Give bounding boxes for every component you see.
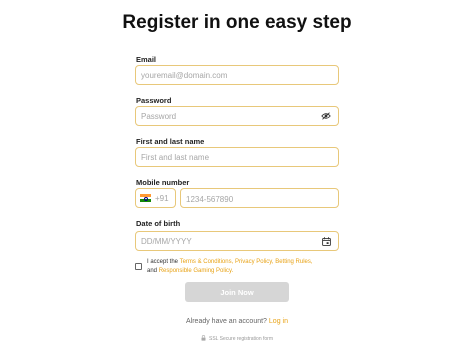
email-label: Email <box>136 55 157 64</box>
page-title: Register in one easy step <box>122 12 352 33</box>
india-flag-icon <box>140 194 151 203</box>
login-prompt: Already have an account? <box>186 318 267 325</box>
privacy-link[interactable]: Privacy Policy, <box>235 259 274 265</box>
responsible-gaming-link[interactable]: Responsible Gaming Policy. <box>159 268 234 274</box>
dob-field-wrapper <box>135 231 339 251</box>
email-field[interactable] <box>136 66 338 84</box>
secure-note: SSL Secure registration form <box>0 335 474 343</box>
login-prompt-row: Already have an account? Log in <box>0 318 474 325</box>
mobile-label: Mobile number <box>136 178 190 187</box>
calendar-icon[interactable] <box>321 236 331 246</box>
country-code-select[interactable]: +91 <box>135 188 176 208</box>
name-field[interactable] <box>136 148 338 166</box>
password-label: Password <box>136 96 172 105</box>
email-field-wrapper <box>135 65 339 85</box>
terms-text: I accept the Terms & Conditions, Privacy… <box>147 258 313 276</box>
login-link[interactable]: Log in <box>269 318 288 325</box>
name-label: First and last name <box>136 137 205 146</box>
password-field-wrapper <box>135 106 339 126</box>
terms-prefix: I accept the <box>147 259 180 265</box>
mobile-field[interactable] <box>181 190 338 209</box>
lock-icon <box>201 335 206 343</box>
terms-link[interactable]: Terms & Conditions, <box>180 259 234 265</box>
password-field[interactable] <box>136 107 338 125</box>
terms-row: I accept the Terms & Conditions, Privacy… <box>135 258 345 276</box>
dob-label: Date of birth <box>136 219 181 228</box>
terms-checkbox[interactable] <box>135 263 142 270</box>
terms-and: and <box>147 268 158 274</box>
country-code: +91 <box>155 193 169 203</box>
dob-field[interactable] <box>136 232 338 250</box>
betting-rules-link[interactable]: Betting Rules, <box>275 259 312 265</box>
registration-page: Register in one easy step Email Password… <box>0 0 474 355</box>
join-now-button[interactable]: Join Now <box>185 282 289 302</box>
mobile-field-wrapper <box>180 188 339 209</box>
secure-text: SSL Secure registration form <box>208 336 273 342</box>
name-field-wrapper <box>135 147 339 167</box>
eye-slash-icon[interactable] <box>321 111 331 121</box>
